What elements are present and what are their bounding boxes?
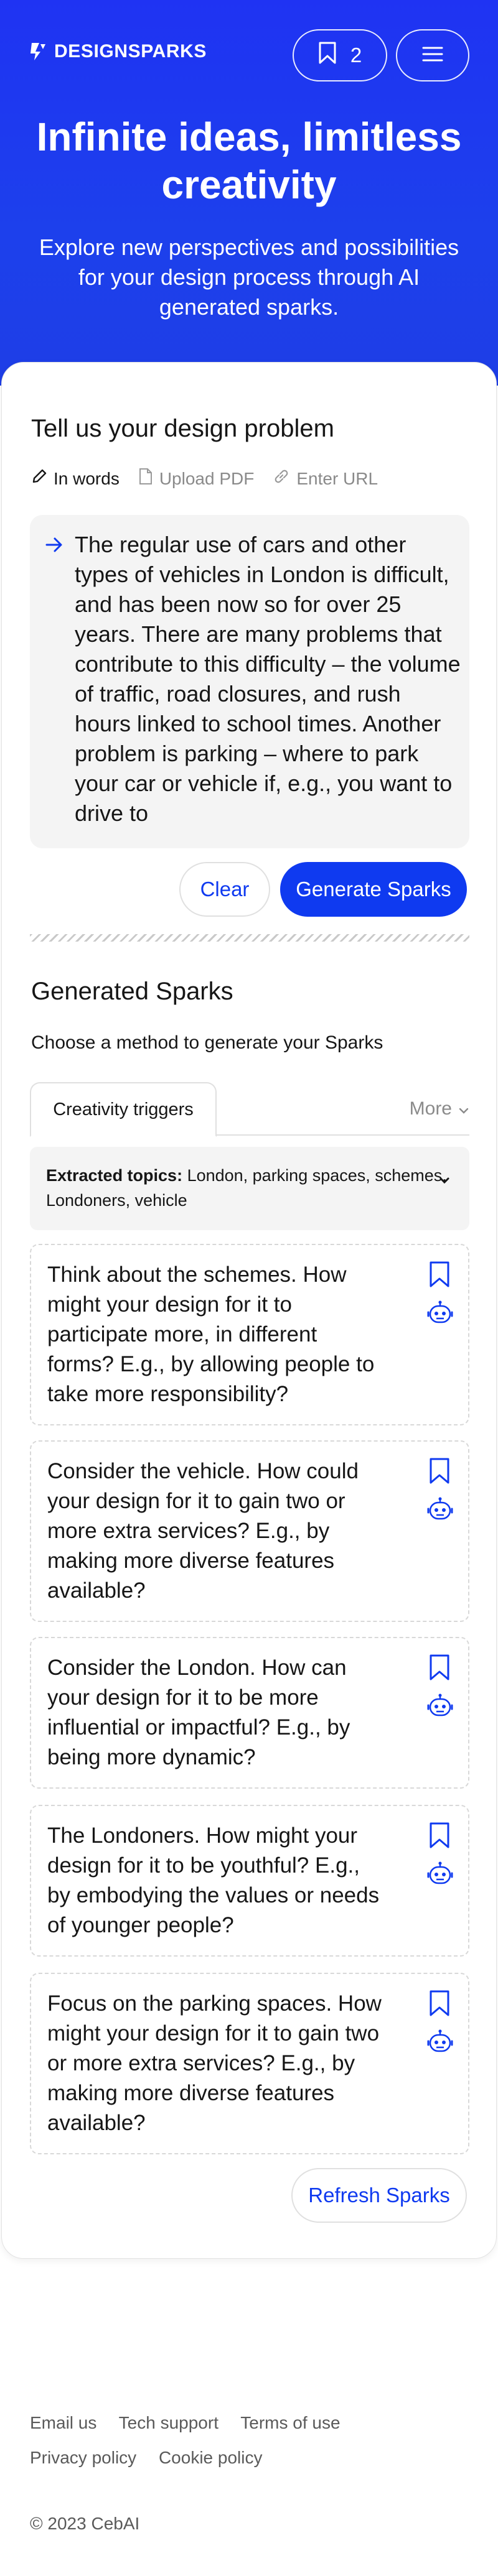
clear-button[interactable]: Clear bbox=[179, 862, 270, 917]
tab-more[interactable]: More bbox=[410, 1098, 469, 1119]
footer-links-row2: Privacy policy Cookie policy bbox=[30, 2448, 280, 2468]
copyright: © 2023 CebAI bbox=[30, 2514, 140, 2533]
footer-link-cookie[interactable]: Cookie policy bbox=[159, 2448, 263, 2467]
tab-creativity-triggers[interactable]: Creativity triggers bbox=[30, 1082, 217, 1137]
saved-sparks-button[interactable]: 2 bbox=[293, 29, 387, 81]
spark-text: Think about the schemes. How might your … bbox=[47, 1263, 375, 1406]
saved-count: 2 bbox=[350, 44, 362, 67]
robot-icon[interactable] bbox=[426, 2029, 454, 2057]
mode-label: Upload PDF bbox=[159, 468, 255, 488]
mode-in-words[interactable]: In words bbox=[31, 468, 120, 489]
pencil-icon bbox=[31, 468, 47, 489]
footer-link-privacy[interactable]: Privacy policy bbox=[30, 2448, 136, 2467]
hero-subtitle: Explore new perspectives and possibiliti… bbox=[39, 234, 459, 320]
footer-link-terms[interactable]: Terms of use bbox=[240, 2413, 340, 2432]
mode-enter-url[interactable]: Enter URL bbox=[273, 468, 378, 489]
footer-links-row1: Email us Tech support Terms of use bbox=[30, 2413, 358, 2433]
bookmark-icon[interactable] bbox=[427, 1260, 452, 1289]
extracted-topics[interactable]: Extracted topics: London, parking spaces… bbox=[30, 1147, 469, 1230]
robot-icon[interactable] bbox=[426, 1496, 454, 1525]
spark-card: Consider the London. How can your design… bbox=[30, 1637, 469, 1789]
robot-icon[interactable] bbox=[426, 1861, 454, 1889]
method-prompt: Choose a method to generate your Sparks bbox=[31, 1032, 383, 1053]
generated-heading: Generated Sparks bbox=[31, 978, 233, 1005]
mode-label: In words bbox=[54, 468, 120, 488]
bookmark-icon[interactable] bbox=[427, 1989, 452, 2018]
bookmark-icon[interactable] bbox=[427, 1653, 452, 1682]
refresh-sparks-button[interactable]: Refresh Sparks bbox=[291, 2168, 467, 2223]
spark-text: Consider the London. How can your design… bbox=[47, 1656, 350, 1769]
chevron-down-icon bbox=[458, 1098, 469, 1119]
spark-card: The Londoners. How might your design for… bbox=[30, 1805, 469, 1957]
section-divider bbox=[30, 934, 469, 942]
hero-section: DESIGNSPARKS 2 Infinite ideas, limitless… bbox=[0, 0, 498, 386]
problem-textarea[interactable]: The regular use of cars and other types … bbox=[30, 515, 469, 848]
bookmark-icon bbox=[318, 41, 337, 70]
brand-logo[interactable]: DESIGNSPARKS bbox=[29, 41, 207, 62]
document-icon bbox=[138, 468, 153, 489]
arrow-right-icon bbox=[45, 534, 63, 560]
footer-link-email[interactable]: Email us bbox=[30, 2413, 96, 2432]
spark-card: Consider the vehicle. How could your des… bbox=[30, 1440, 469, 1622]
bookmark-icon[interactable] bbox=[427, 1457, 452, 1485]
menu-button[interactable] bbox=[396, 29, 469, 81]
mode-upload-pdf[interactable]: Upload PDF bbox=[138, 468, 255, 489]
footer-link-tech-support[interactable]: Tech support bbox=[119, 2413, 218, 2432]
hero-title: Infinite ideas, limitless creativity bbox=[36, 114, 462, 207]
generate-sparks-button[interactable]: Generate Sparks bbox=[280, 862, 467, 917]
problem-text: The regular use of cars and other types … bbox=[75, 532, 461, 826]
spark-text: The Londoners. How might your design for… bbox=[47, 1823, 380, 1937]
spark-card: Focus on the parking spaces. How might y… bbox=[30, 1973, 469, 2154]
topics-label: Extracted topics: bbox=[46, 1166, 183, 1185]
chevron-down-icon bbox=[438, 1167, 451, 1192]
spark-text: Focus on the parking spaces. How might y… bbox=[47, 1991, 382, 2135]
input-mode-selector: In words Upload PDF Enter URL bbox=[31, 468, 397, 489]
spark-card: Think about the schemes. How might your … bbox=[30, 1244, 469, 1425]
method-tabs: Creativity triggers More bbox=[30, 1082, 469, 1137]
robot-icon[interactable] bbox=[426, 1693, 454, 1721]
spark-text: Consider the vehicle. How could your des… bbox=[47, 1459, 359, 1603]
bookmark-icon[interactable] bbox=[427, 1821, 452, 1850]
tab-more-label: More bbox=[409, 1098, 452, 1119]
link-icon bbox=[273, 468, 290, 489]
robot-icon[interactable] bbox=[426, 1300, 454, 1328]
mode-label: Enter URL bbox=[296, 468, 378, 488]
brand-name: DESIGNSPARKS bbox=[54, 41, 207, 62]
logo-icon bbox=[29, 42, 47, 62]
problem-heading: Tell us your design problem bbox=[31, 415, 334, 442]
menu-icon bbox=[422, 46, 443, 65]
